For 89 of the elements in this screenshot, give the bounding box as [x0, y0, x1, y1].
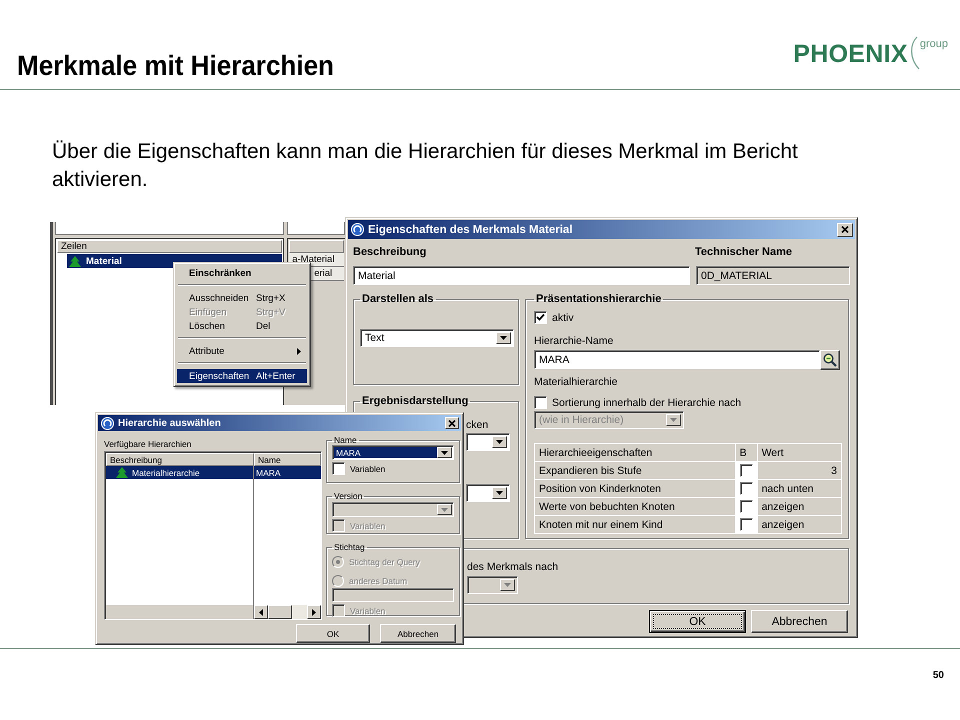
- submenu-arrow-icon: [297, 348, 301, 355]
- scrollbar[interactable]: [106, 605, 321, 619]
- table-cell: Werte von bebuchten Knoten: [534, 498, 736, 516]
- checkbox[interactable]: [740, 518, 753, 531]
- radio-label: anderes Datum: [349, 576, 408, 586]
- search-button[interactable]: [820, 350, 840, 370]
- table-cell: Position von Kinderknoten: [534, 480, 736, 498]
- field-label: Hierarchie-Name: [534, 335, 614, 347]
- input-field[interactable]: MARA: [534, 350, 820, 369]
- input-field[interactable]: 0D_MATERIAL: [696, 266, 850, 285]
- menu-item[interactable]: Ausschneiden Strg+X: [177, 291, 307, 305]
- scroll-thumb[interactable]: [268, 605, 292, 619]
- scroll-left-button[interactable]: [254, 605, 268, 619]
- caret-icon: [441, 450, 448, 454]
- dropdown[interactable]: Text: [360, 329, 514, 347]
- caret-icon: [670, 418, 677, 422]
- page-number: 50: [932, 670, 944, 682]
- column-header: Hierarchieeigenschaften: [534, 444, 736, 462]
- scroll-right-icon: [312, 608, 316, 616]
- caret-icon: [441, 508, 448, 512]
- app-icon: [101, 416, 114, 430]
- close-button[interactable]: [445, 417, 459, 429]
- checkbox-label: Variablen: [350, 606, 386, 616]
- menu-item[interactable]: Löschen Del: [177, 319, 307, 333]
- logo-suffix: group: [920, 38, 948, 50]
- table-cell: anzeigen: [757, 498, 842, 516]
- group-title: Darstellen als: [361, 293, 435, 305]
- slide-title: Merkmale mit Hierarchien: [17, 50, 334, 82]
- table-cell: anzeigen: [757, 516, 842, 534]
- caret-icon: [500, 336, 507, 340]
- table-cell: nach unten: [757, 480, 842, 498]
- window-title: Eigenschaften des Merkmals Material: [368, 224, 574, 236]
- caret-icon: [496, 491, 503, 495]
- table-cell: Knoten mit nur einem Kind: [534, 516, 736, 534]
- radio-label: Stichtag der Query: [349, 557, 420, 567]
- checkbox-label: Sortierung innerhalb der Hierarchie nach: [552, 396, 742, 408]
- scroll-left-icon: [259, 608, 263, 616]
- column-header: Zeilen: [57, 240, 282, 253]
- dropdown[interactable]: [467, 576, 518, 594]
- column-header: Name: [254, 453, 321, 466]
- field-label: Beschreibung: [353, 246, 428, 258]
- input-field[interactable]: Material: [353, 266, 690, 285]
- scroll-right-button[interactable]: [307, 605, 321, 619]
- logo-wordmark: PHOENIX: [793, 40, 908, 69]
- body-text: Über die Eigenschaften kann man die Hierarchien für dieses Merkmal im Bericht aktivieren.: [52, 139, 799, 193]
- window-title: Hierarchie auswählen: [118, 418, 222, 428]
- dropdown[interactable]: [466, 433, 510, 451]
- column-header: Wert: [757, 444, 842, 462]
- caret-icon: [504, 583, 511, 587]
- checkbox[interactable]: [534, 396, 547, 409]
- group-title: Ergebnisdarstellung: [361, 395, 470, 407]
- field-label: cken: [466, 419, 490, 431]
- close-button[interactable]: [837, 222, 853, 236]
- column-header: Beschreibung: [106, 453, 254, 466]
- field-label: Technischer Name: [695, 246, 792, 258]
- close-icon: [841, 226, 849, 233]
- caret-icon: [496, 440, 503, 444]
- column-header: B: [735, 444, 758, 462]
- checkbox-label: Variablen: [350, 520, 386, 530]
- menu-item[interactable]: Attribute: [177, 344, 307, 358]
- tree-icon: [69, 256, 81, 266]
- field-label: Materialhierarchie: [534, 376, 618, 388]
- checkbox[interactable]: [332, 462, 345, 475]
- dialog-button[interactable]: OK: [649, 610, 746, 633]
- checkbox-label: Variablen: [350, 464, 386, 474]
- menu-item[interactable]: Eigenschaften Alt+Enter: [177, 369, 307, 383]
- group-title: Präsentationshierarchie: [535, 293, 662, 305]
- panel: [287, 222, 345, 235]
- checkbox[interactable]: [534, 311, 547, 324]
- column-header: [289, 240, 344, 253]
- group-title: Version: [333, 491, 364, 501]
- field-label: Verfügbare Hierarchien: [104, 439, 192, 449]
- table-cell: Expandieren bis Stufe: [534, 462, 736, 480]
- group-title: Stichtag: [333, 542, 366, 552]
- table-cell: Materialhierarchie: [132, 468, 200, 478]
- dialog-button[interactable]: Abbrechen: [751, 610, 848, 633]
- dropdown[interactable]: [466, 484, 510, 502]
- app-icon: [351, 223, 364, 236]
- list-item[interactable]: Materialhierarchie MARA: [106, 466, 321, 479]
- close-icon: [448, 420, 456, 426]
- group-title: Name: [333, 435, 358, 445]
- table-cell: MARA: [256, 468, 281, 478]
- dialog-button[interactable]: Abbrechen: [380, 624, 456, 643]
- dropdown[interactable]: MARA: [332, 445, 454, 460]
- table-cell: 3: [757, 462, 842, 480]
- checkbox-label: aktiv: [552, 312, 574, 324]
- field-label: des Merkmals nach: [467, 561, 560, 573]
- tree-icon: [116, 467, 128, 478]
- dialog-button[interactable]: OK: [296, 624, 370, 643]
